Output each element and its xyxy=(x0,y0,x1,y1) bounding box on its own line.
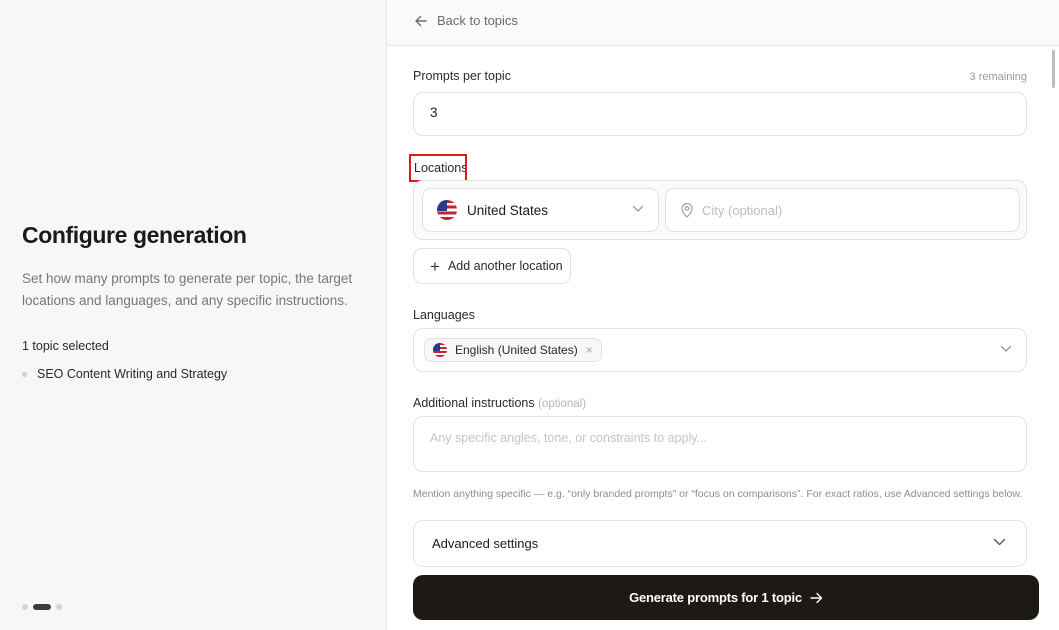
selected-count: 1 topic selected xyxy=(22,339,109,353)
scrollbar[interactable] xyxy=(1052,50,1055,88)
top-bar: Back to topics xyxy=(387,0,1059,46)
arrow-right-icon xyxy=(810,592,823,603)
language-chip: English (United States) × xyxy=(424,338,602,362)
step-dot-1 xyxy=(22,604,28,610)
optional-tag: (optional) xyxy=(538,398,587,410)
languages-select[interactable]: English (United States) × xyxy=(413,328,1027,372)
add-location-button[interactable]: + Add another location xyxy=(413,248,571,284)
back-label: Back to topics xyxy=(437,13,518,28)
add-location-label: Add another location xyxy=(447,259,563,273)
left-panel: Configure generation Set how many prompt… xyxy=(0,0,387,630)
us-flag-icon xyxy=(437,200,457,220)
instructions-textarea[interactable]: Any specific angles, tone, or constraint… xyxy=(413,416,1027,472)
plus-icon: + xyxy=(430,256,440,276)
remaining-count: 3 remaining xyxy=(969,71,1027,83)
city-placeholder: City (optional) xyxy=(702,202,783,218)
page-title: Configure generation xyxy=(22,222,247,248)
instructions-label-text: Additional instructions xyxy=(413,396,535,410)
instructions-hint: Mention anything specific — e.g. “only b… xyxy=(413,488,1023,500)
generate-button-label: Generate prompts for 1 topic xyxy=(629,590,802,605)
step-dot-3 xyxy=(56,604,62,610)
bullet-icon xyxy=(22,371,27,377)
selected-topic-label: SEO Content Writing and Strategy xyxy=(37,367,228,381)
city-input[interactable]: City (optional) xyxy=(665,188,1020,232)
advanced-settings-label: Advanced settings xyxy=(432,536,539,551)
chevron-down-icon xyxy=(632,205,644,212)
selected-topic-item: SEO Content Writing and Strategy xyxy=(22,367,227,381)
instructions-label: Additional instructions (optional) xyxy=(413,396,586,410)
us-flag-icon xyxy=(433,343,447,357)
chevron-down-icon xyxy=(1000,345,1012,352)
instructions-placeholder: Any specific angles, tone, or constraint… xyxy=(430,431,707,445)
language-chip-label: English (United States) xyxy=(455,343,578,357)
page-description: Set how many prompts to generate per top… xyxy=(22,271,353,308)
location-row: United States City (optional) xyxy=(413,180,1027,240)
country-value: United States xyxy=(467,202,549,218)
languages-label: Languages xyxy=(413,308,475,322)
highlight-box xyxy=(409,154,467,182)
country-select[interactable]: United States xyxy=(422,188,659,232)
prompts-per-topic-input[interactable]: 3 xyxy=(413,92,1027,136)
chevron-down-icon xyxy=(993,538,1006,546)
remove-language-icon[interactable]: × xyxy=(586,343,593,357)
right-panel: Back to topics Prompts per topic 3 remai… xyxy=(387,0,1059,630)
arrow-left-icon xyxy=(415,15,427,26)
map-pin-icon xyxy=(681,202,693,218)
back-to-topics-link[interactable]: Back to topics xyxy=(414,13,518,28)
prompts-per-topic-label: Prompts per topic xyxy=(413,69,511,83)
step-dot-2-active xyxy=(33,604,51,610)
step-indicator xyxy=(22,604,62,610)
advanced-settings-toggle[interactable]: Advanced settings xyxy=(413,520,1027,567)
generate-prompts-button[interactable]: Generate prompts for 1 topic xyxy=(413,575,1039,620)
